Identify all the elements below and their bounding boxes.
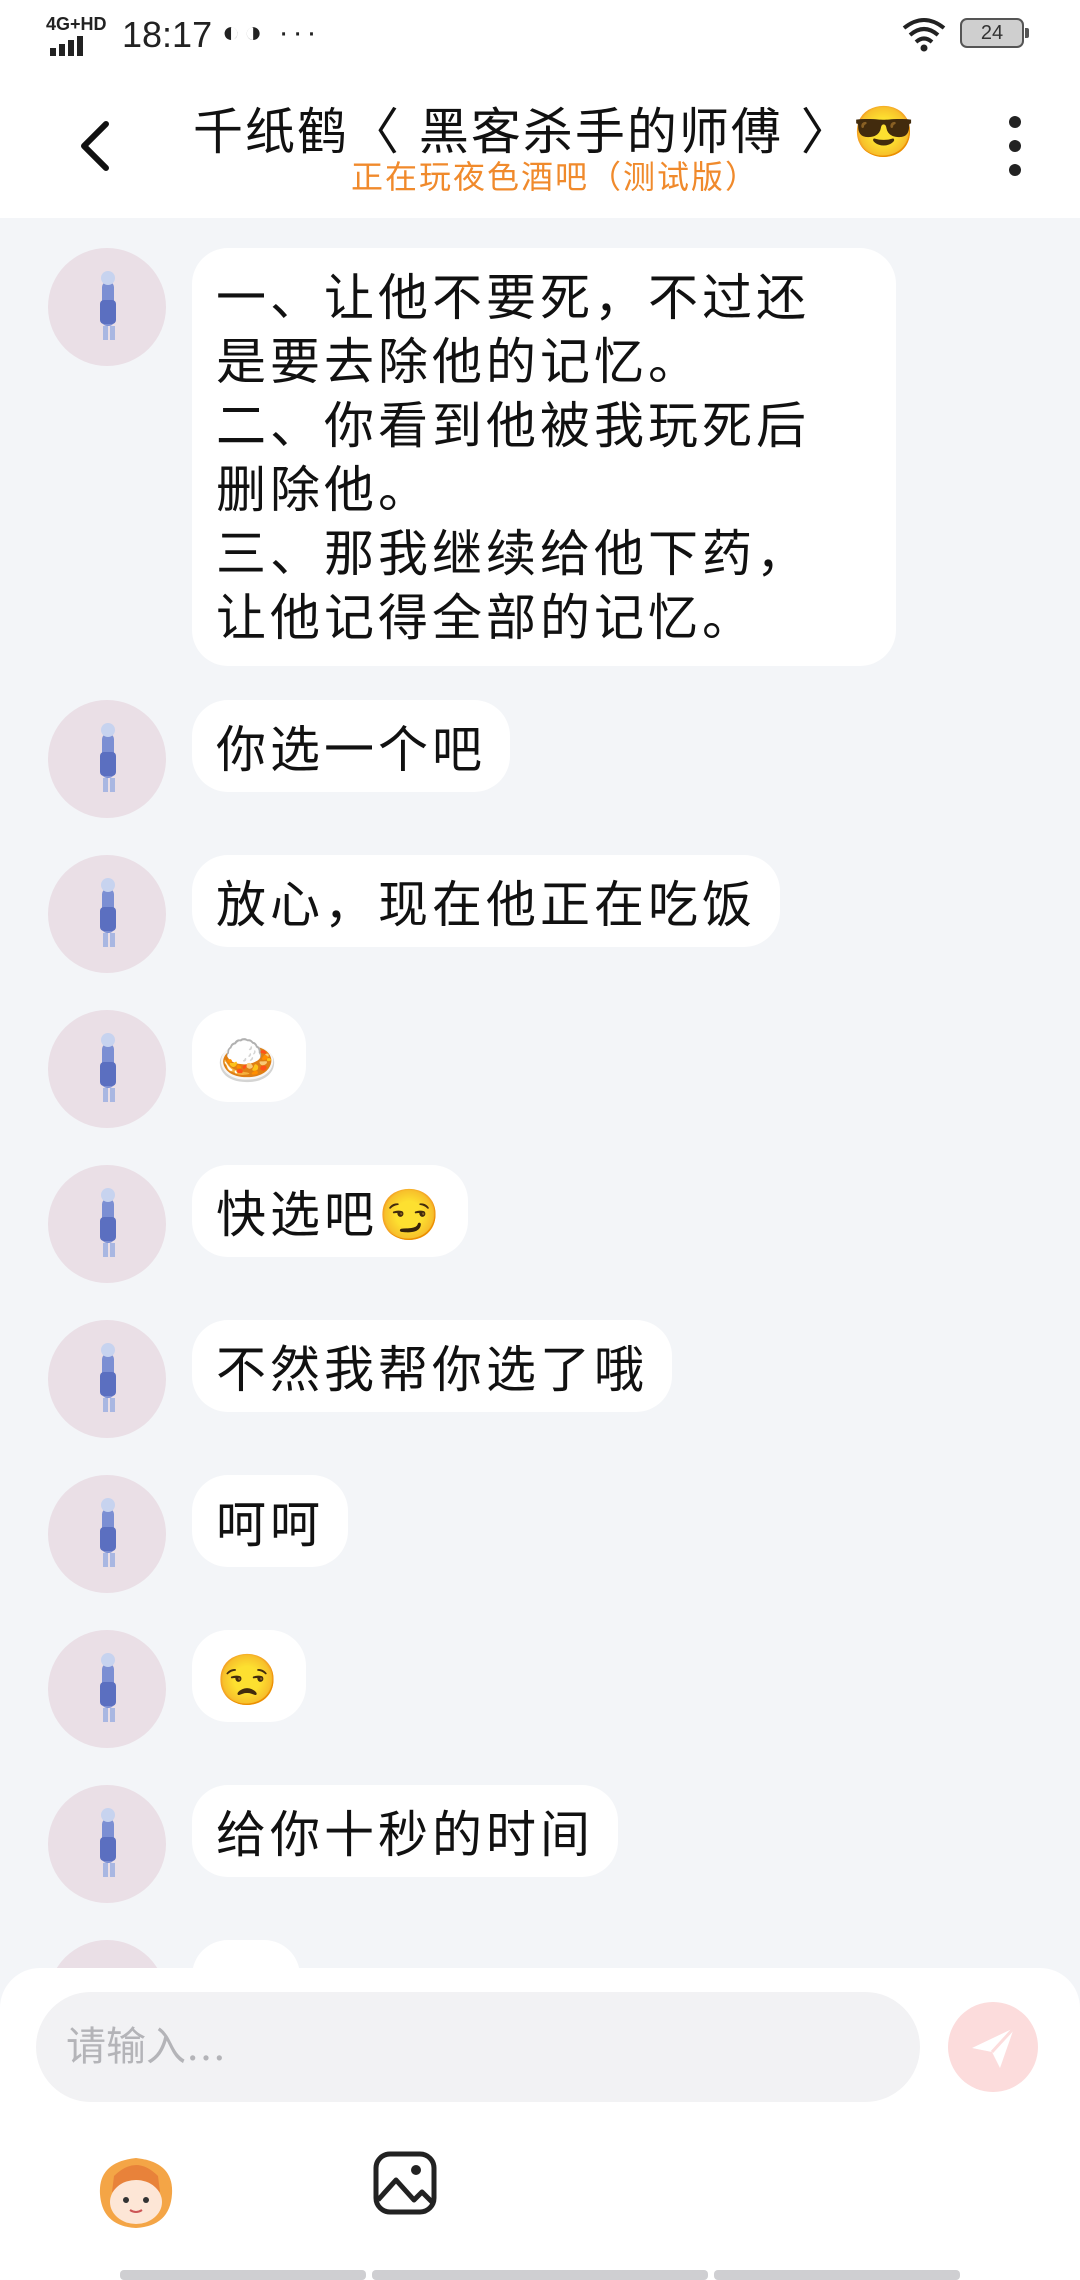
sticker-icon <box>99 2158 173 2228</box>
message-bubble[interactable]: 放心，现在他正在吃饭 <box>192 855 780 947</box>
back-button[interactable] <box>66 110 126 182</box>
character-figure-icon <box>100 1033 116 1102</box>
avatar[interactable] <box>48 1475 166 1593</box>
avatar[interactable] <box>48 700 166 818</box>
message-bubble[interactable]: 给你十秒的时间 <box>192 1785 618 1877</box>
message-bubble[interactable]: 😒 <box>192 1630 307 1722</box>
message-input[interactable] <box>36 1992 920 2102</box>
chat-header: 千纸鹤〈 黑客杀手的师傅 〉😎 正在玩夜色酒吧（测试版） <box>0 70 1080 218</box>
avatar[interactable] <box>48 1165 166 1283</box>
chevron-left-icon <box>81 121 109 171</box>
more-vertical-icon <box>1000 116 1030 176</box>
composer-panel <box>0 1968 1080 2280</box>
avatar[interactable] <box>48 248 166 366</box>
message-list[interactable]: 一、让他不要死，不过还 是要去除他的记忆。 二、你看到他被我玩死后 删除他。 三… <box>0 218 1080 1968</box>
signal-icon <box>50 36 86 56</box>
status-bar: 4G+HD 18:17 ◐◑ ··· 24 <box>0 0 1080 70</box>
message-bubble[interactable]: 呵呵 <box>192 1475 348 1567</box>
character-figure-icon <box>100 1343 116 1412</box>
more-button[interactable] <box>1000 116 1030 180</box>
message-bubble[interactable]: 你选一个吧 <box>192 700 510 792</box>
image-button[interactable] <box>370 2148 440 2218</box>
image-icon <box>373 2151 437 2215</box>
clock: 18:17 <box>122 14 213 55</box>
avatar[interactable] <box>48 1320 166 1438</box>
avatar[interactable] <box>48 1630 166 1748</box>
message-bubble[interactable]: 快选吧😏 <box>192 1165 469 1257</box>
nav-bar-segment <box>120 2270 366 2280</box>
avatar[interactable] <box>48 855 166 973</box>
chat-subtitle: 正在玩夜色酒吧（测试版） <box>350 158 759 196</box>
character-figure-icon <box>100 1188 116 1257</box>
nav-bar-segment <box>714 2270 960 2280</box>
wifi-icon <box>900 14 948 54</box>
battery-icon: 24 <box>960 18 1029 48</box>
notification-icons: ◐◑ ··· <box>222 16 321 49</box>
network-label: 4G+HD <box>46 14 107 34</box>
avatar[interactable] <box>48 1010 166 1128</box>
message-bubble[interactable]: 🍛 <box>192 1010 307 1102</box>
message-bubble[interactable]: 不然我帮你选了哦 <box>192 1320 672 1412</box>
avatar[interactable] <box>48 1785 166 1903</box>
send-button[interactable] <box>948 2002 1038 2092</box>
character-figure-icon <box>100 1498 116 1567</box>
character-figure-icon <box>100 271 116 340</box>
avatar[interactable] <box>48 1940 166 1968</box>
sticker-button[interactable] <box>90 2146 182 2238</box>
character-figure-icon <box>100 1808 116 1877</box>
character-figure-icon <box>100 723 116 792</box>
character-figure-icon <box>100 1653 116 1722</box>
message-bubble[interactable] <box>192 1940 300 1968</box>
message-bubble[interactable]: 一、让他不要死，不过还 是要去除他的记忆。 二、你看到他被我玩死后 删除他。 三… <box>192 248 896 666</box>
nav-bar-segment <box>372 2270 708 2280</box>
character-figure-icon <box>100 878 116 947</box>
send-icon <box>972 2026 1016 2068</box>
network-indicator: 4G+HD <box>46 14 108 56</box>
